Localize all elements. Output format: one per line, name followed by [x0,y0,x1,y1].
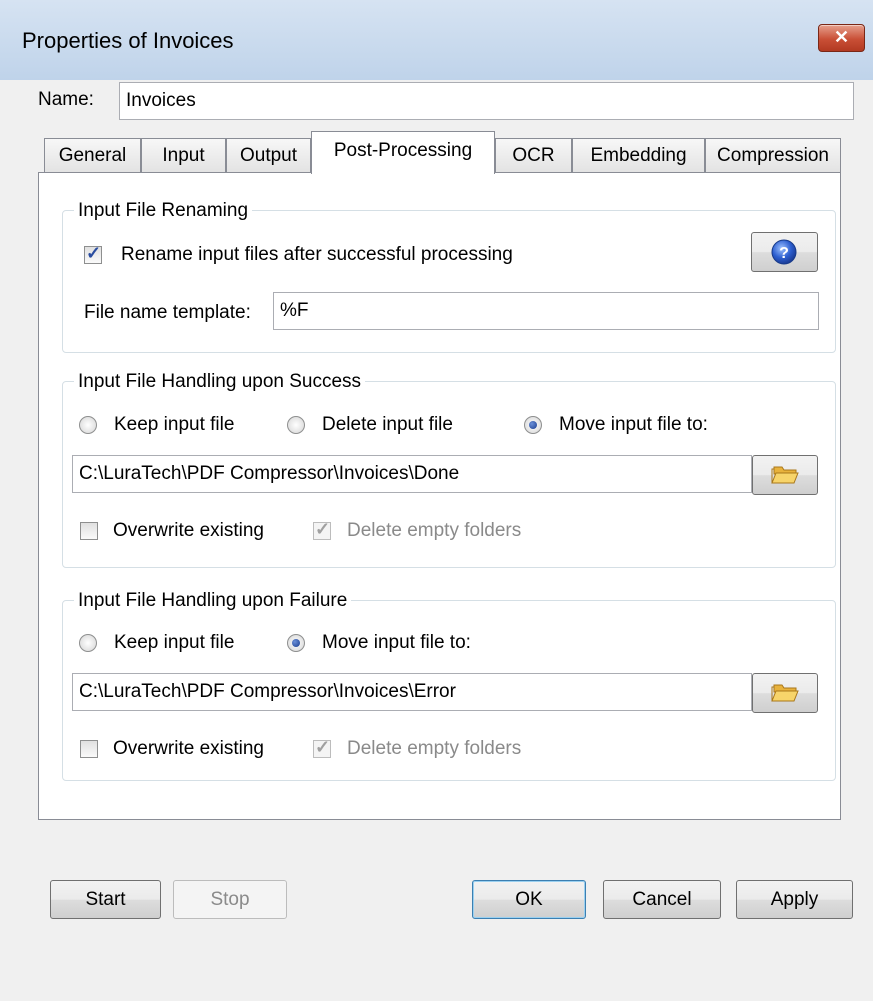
tab-input[interactable]: Input [141,138,226,172]
success-delete-empty-checkbox[interactable] [313,519,331,540]
close-icon: ✕ [833,27,850,47]
window-title: Properties of Invoices [22,28,234,53]
template-label: File name template: [84,302,251,323]
title-bar: Properties of Invoices ✕ [0,0,873,81]
failure-delete-empty-label: Delete empty folders [347,738,522,759]
failure-delete-empty-checkbox[interactable] [313,737,331,758]
failure-group-title: Input File Handling upon Failure [74,590,352,612]
tab-output[interactable]: Output [226,138,311,172]
failure-keep-label: Keep input file [114,632,235,653]
tab-embedding[interactable]: Embedding [572,138,705,172]
name-label: Name: [38,89,94,110]
failure-move-radio[interactable] [287,634,305,652]
success-move-label: Move input file to: [559,414,708,435]
success-browse-button[interactable] [752,455,818,495]
tab-ocr[interactable]: OCR [495,138,572,172]
tab-compression[interactable]: Compression [705,138,841,172]
folder-open-icon [771,466,799,484]
apply-button[interactable]: Apply [736,880,853,919]
failure-overwrite-label: Overwrite existing [113,738,264,759]
close-button[interactable]: ✕ [818,24,865,52]
success-overwrite-label: Overwrite existing [113,520,264,541]
tab-general[interactable]: General [44,138,141,172]
rename-checkbox-label: Rename input files after successful proc… [121,244,513,265]
svg-text:?: ? [779,245,789,262]
success-delete-label: Delete input file [322,414,453,435]
failure-path-input[interactable]: C:\LuraTech\PDF Compressor\Invoices\Erro… [72,673,752,711]
help-icon: ? [771,239,797,265]
start-button[interactable]: Start [50,880,161,919]
failure-keep-radio[interactable] [79,634,97,652]
success-move-radio[interactable] [524,416,542,434]
failure-overwrite-checkbox[interactable] [80,740,98,758]
renaming-group-title: Input File Renaming [74,200,253,222]
success-group-title: Input File Handling upon Success [74,371,366,393]
failure-browse-button[interactable] [752,673,818,713]
folder-open-icon [771,684,799,702]
success-delete-radio[interactable] [287,416,305,434]
stop-button[interactable]: Stop [173,880,287,919]
template-input[interactable]: %F [273,292,819,330]
success-keep-label: Keep input file [114,414,235,435]
success-keep-radio[interactable] [79,416,97,434]
ok-button[interactable]: OK [472,880,586,919]
failure-move-label: Move input file to: [322,632,471,653]
success-path-input[interactable]: C:\LuraTech\PDF Compressor\Invoices\Done [72,455,752,493]
rename-checkbox[interactable] [84,243,102,264]
success-overwrite-checkbox[interactable] [80,522,98,540]
tab-post-processing[interactable]: Post-Processing [311,131,495,174]
success-delete-empty-label: Delete empty folders [347,520,522,541]
name-input[interactable]: Invoices [119,82,854,120]
renaming-group [62,210,836,353]
help-button[interactable]: ? [751,232,818,272]
cancel-button[interactable]: Cancel [603,880,721,919]
